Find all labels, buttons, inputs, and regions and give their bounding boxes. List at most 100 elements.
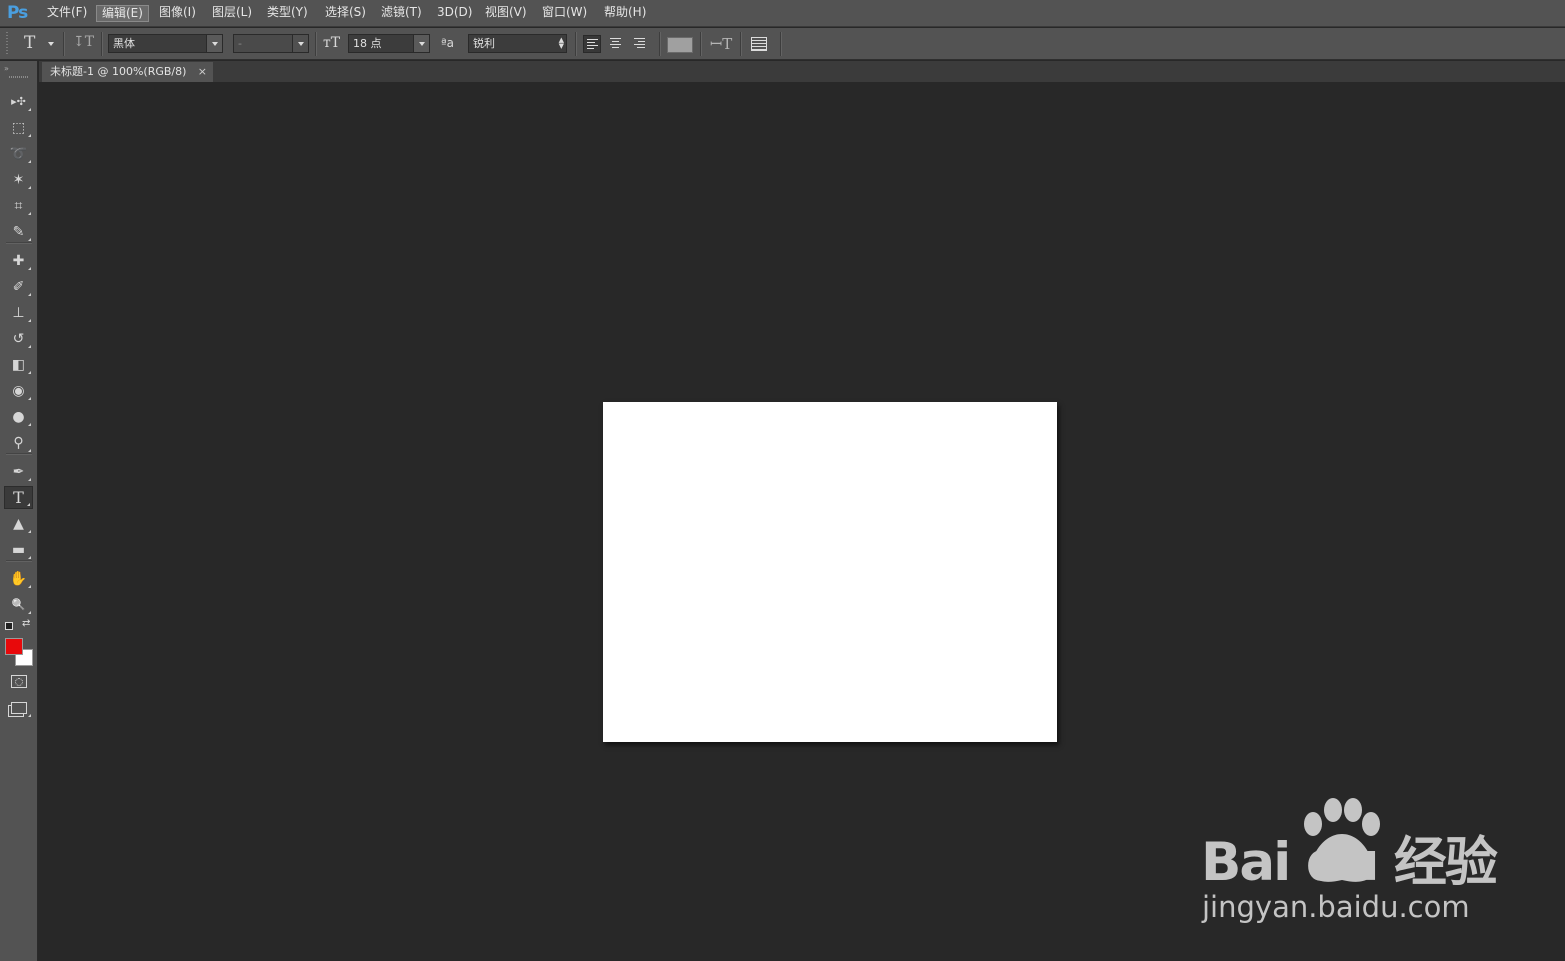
clone-stamp-tool[interactable]: ⊥ [4,301,33,324]
default-colors-icon[interactable] [5,622,13,630]
document-tab-bar: 未标题-1 @ 100%(RGB/8) × [39,61,1565,82]
zoom-icon: 🔍 [11,598,26,611]
clone-stamp-icon: ⊥ [12,304,25,321]
anti-alias-select[interactable]: 锐利 ▲ ▼ [468,34,567,53]
collapse-panel-icon[interactable]: » [4,64,9,73]
watermark-url: jingyan.baidu.com [1202,890,1470,924]
font-family-select[interactable]: 黑体 [108,34,223,53]
menu-item[interactable]: 窗口(W) [537,5,592,22]
blur-icon: ● [12,408,25,425]
menu-item[interactable]: 图层(L) [207,5,257,22]
lasso-tool[interactable]: ➰ [4,142,33,165]
magic-wand-icon: ✶ [12,171,25,188]
dodge-tool[interactable]: ⚲ [4,431,33,454]
font-style-select[interactable]: - [233,34,309,53]
photoshop-logo: Ps [7,3,28,23]
font-size-value: 18 点 [353,37,382,50]
history-brush-tool[interactable]: ↺ [4,327,33,350]
chevron-down-icon[interactable] [292,35,308,52]
tool-preset-chevron-down-icon[interactable] [48,42,54,46]
eraser-icon: ◧ [11,356,26,373]
menu-item[interactable]: 视图(V) [480,5,532,22]
divider [700,32,702,56]
menu-item[interactable]: 滤镜(T) [376,5,427,22]
paint-bucket-icon: ◉ [12,382,25,399]
menu-item[interactable]: 文件(F) [42,5,92,22]
rectangular-marquee-tool[interactable]: ⬚ [4,116,33,139]
tools-panel: » ▸✣ ⬚ ➰ ✶ ⌗ ✎ ✚ ✐ ⊥ ↺ ◧ ◉ ● ⚲ ✒ T ▲ ▬ ✋ 🔍 ⇄ [0,61,38,961]
eyedropper-tool[interactable]: ✎ [4,220,33,243]
menu-item[interactable]: 图像(I) [154,5,201,22]
anti-alias-value: 锐利 [473,37,495,50]
hand-tool[interactable]: ✋ [4,567,33,590]
warp-text-icon[interactable]: ꟷT [710,34,732,54]
healing-brush-tool[interactable]: ✚ [4,249,33,272]
align-center-button[interactable] [607,35,625,53]
font-size-icon: ᴛT [323,35,341,51]
spin-arrows-icon: ▲ ▼ [558,36,564,50]
brush-tool[interactable]: ✐ [4,275,33,298]
divider [575,32,577,56]
screen-mode-button[interactable] [4,696,33,719]
rectangle-tool[interactable]: ▬ [4,538,33,561]
rectangular-marquee-icon: ⬚ [11,119,26,136]
pen-tool[interactable]: ✒ [4,460,33,483]
divider [740,32,742,56]
chevron-down-icon[interactable] [206,35,222,52]
font-family-value: 黑体 [113,37,135,50]
font-style-value: - [238,37,242,50]
character-paragraph-panel-icon[interactable] [751,37,767,51]
path-selection-tool[interactable]: ▲ [4,512,33,535]
rectangle-icon: ▬ [11,541,26,558]
options-bar-grip[interactable] [6,32,8,56]
document-canvas[interactable] [603,402,1057,742]
healing-brush-icon: ✚ [12,252,25,269]
foreground-color-swatch[interactable] [5,638,23,655]
crop-tool[interactable]: ⌗ [4,194,33,217]
options-bar: T ↧T 黑体 - ᴛT 18 点 ªa 锐利 ▲ ▼ ꟷT [0,28,1565,60]
divider [659,32,661,56]
toggle-text-orientation-icon[interactable]: ↧T [73,34,94,50]
menu-bar: Ps 文件(F) 编辑(E) 图像(I) 图层(L) 类型(Y) 选择(S) 滤镜(T) 3D… [0,0,1565,27]
swap-colors-icon[interactable]: ⇄ [22,618,30,629]
menu-item[interactable]: 选择(S) [320,5,371,22]
crop-icon: ⌗ [14,197,23,214]
menu-item[interactable]: 类型(Y) [262,5,313,22]
path-selection-icon: ▲ [13,515,24,532]
hand-icon: ✋ [9,570,28,587]
divider [63,32,65,56]
pen-icon: ✒ [12,463,25,480]
text-color-swatch[interactable] [667,37,693,53]
type-icon: T [13,488,24,507]
dodge-icon: ⚲ [13,434,24,451]
screen-mode-icon [10,701,27,714]
magic-wand-tool[interactable]: ✶ [4,168,33,191]
panel-grip[interactable] [9,76,29,78]
move-icon: ▸✣ [11,95,26,108]
divider [780,32,782,56]
eraser-tool[interactable]: ◧ [4,353,33,376]
quick-mask-button[interactable] [4,670,33,693]
type-tool-preset-icon[interactable]: T [24,33,35,53]
align-right-button[interactable] [631,35,649,53]
zoom-tool[interactable]: 🔍 [4,593,33,616]
align-left-button[interactable] [583,35,601,53]
document-tab-title: 未标题-1 @ 100%(RGB/8) [50,65,187,78]
document-tab[interactable]: 未标题-1 @ 100%(RGB/8) × [42,62,213,82]
font-size-select[interactable]: 18 点 [348,34,430,53]
chevron-down-icon[interactable] [413,35,429,52]
menu-item[interactable]: 帮助(H) [599,5,651,22]
divider [315,32,317,56]
menu-item[interactable]: 编辑(E) [96,5,149,22]
type-tool[interactable]: T [4,486,33,509]
close-icon[interactable]: × [198,62,207,81]
history-brush-icon: ↺ [12,330,25,347]
move-tool[interactable]: ▸✣ [4,90,33,113]
lasso-icon: ➰ [9,145,28,162]
menu-item[interactable]: 3D(D) [432,5,477,22]
blur-tool[interactable]: ● [4,405,33,428]
divider [101,32,103,56]
watermark-brand: Bai du 经验 [1201,832,1498,893]
anti-alias-icon: ªa [441,36,455,50]
paint-bucket-tool[interactable]: ◉ [4,379,33,402]
